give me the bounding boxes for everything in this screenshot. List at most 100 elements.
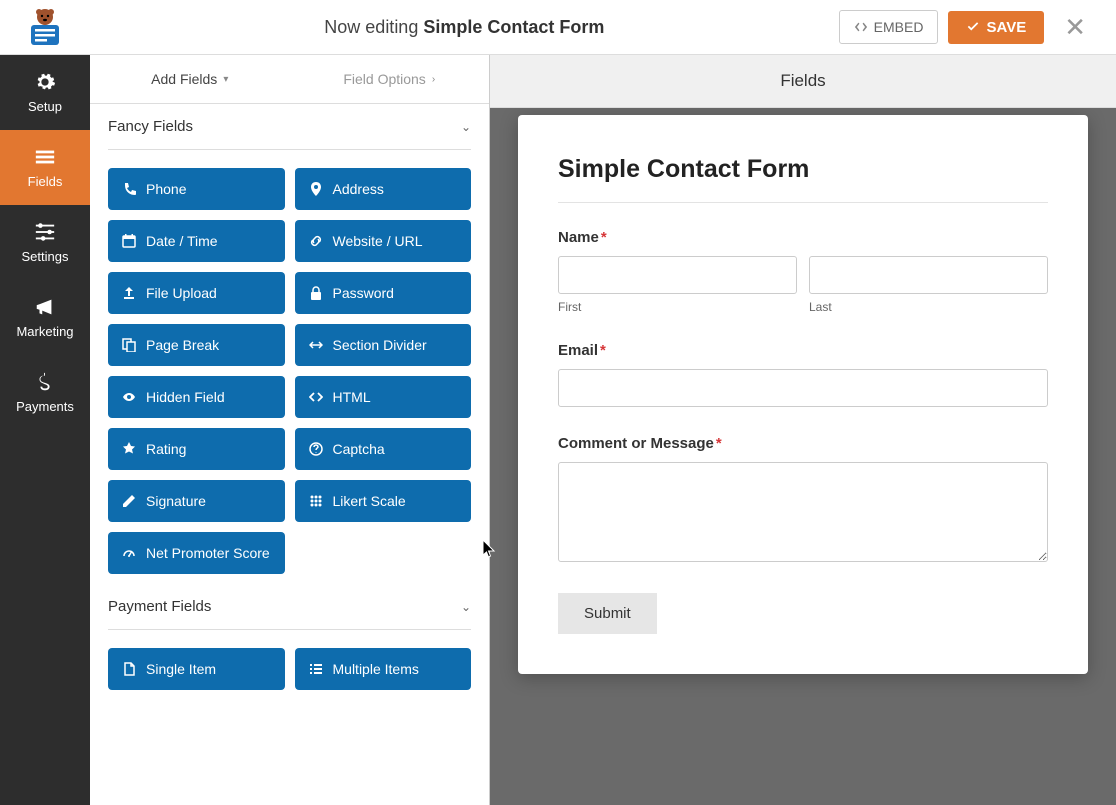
- field-button-password[interactable]: Password: [295, 272, 472, 314]
- sidebar-item-marketing[interactable]: Marketing: [0, 280, 90, 355]
- field-button-label: Single Item: [146, 661, 216, 677]
- eye-icon: [122, 390, 136, 404]
- pencil-icon: [122, 494, 136, 508]
- form-field-email[interactable]: Email*: [558, 342, 1048, 407]
- chevron-down-icon: ⌄: [461, 600, 471, 614]
- embed-button[interactable]: EMBED: [839, 10, 939, 44]
- embed-button-label: EMBED: [874, 19, 924, 35]
- field-button-label: Page Break: [146, 337, 219, 353]
- upload-icon: [122, 286, 136, 300]
- field-button-section-divider[interactable]: Section Divider: [295, 324, 472, 366]
- field-grid-fancy: Phone Address Date / Time Website / URL File…: [108, 150, 471, 584]
- field-button-html[interactable]: HTML: [295, 376, 472, 418]
- field-button-date-time[interactable]: Date / Time: [108, 220, 285, 262]
- field-button-label: Address: [333, 181, 384, 197]
- last-name-input[interactable]: [809, 256, 1048, 294]
- field-button-multiple-items[interactable]: Multiple Items: [295, 648, 472, 690]
- dollar-icon: [34, 371, 56, 393]
- bullhorn-icon: [34, 296, 56, 318]
- sidebar-item-fields[interactable]: Fields: [0, 130, 90, 205]
- close-button[interactable]: ✕: [1054, 12, 1096, 43]
- form-field-message[interactable]: Comment or Message*: [558, 435, 1048, 565]
- gear-icon: [34, 71, 56, 93]
- field-button-captcha[interactable]: Captcha: [295, 428, 472, 470]
- tab-label: Field Options: [343, 71, 425, 87]
- main-area: Setup Fields Settings Marketing Payments…: [0, 55, 1116, 805]
- field-button-label: Website / URL: [333, 233, 423, 249]
- group-header-payment[interactable]: Payment Fields ⌄: [108, 584, 471, 630]
- form-icon: [34, 146, 56, 168]
- submit-button[interactable]: Submit: [558, 593, 657, 634]
- email-input[interactable]: [558, 369, 1048, 407]
- list-icon: [309, 662, 323, 676]
- field-button-label: Net Promoter Score: [146, 545, 270, 561]
- pages-icon: [122, 338, 136, 352]
- calendar-icon: [122, 234, 136, 248]
- submit-button-label: Submit: [584, 605, 631, 622]
- group-header-fancy[interactable]: Fancy Fields ⌄: [108, 104, 471, 150]
- tab-label: Add Fields: [151, 71, 217, 87]
- chevron-down-icon: ▾: [223, 74, 228, 85]
- sidebar-item-settings[interactable]: Settings: [0, 205, 90, 280]
- preview-header: Fields: [490, 55, 1116, 108]
- tab-field-options[interactable]: Field Options ›: [290, 55, 490, 103]
- field-panel: Add Fields ▾ Field Options › Fancy Field…: [90, 55, 490, 805]
- first-name-input[interactable]: [558, 256, 797, 294]
- save-button-label: SAVE: [986, 19, 1026, 36]
- field-button-label: Date / Time: [146, 233, 218, 249]
- last-sublabel: Last: [809, 300, 1048, 314]
- field-button-signature[interactable]: Signature: [108, 480, 285, 522]
- lock-icon: [309, 286, 323, 300]
- field-button-net-promoter-score[interactable]: Net Promoter Score: [108, 532, 285, 574]
- star-icon: [122, 442, 136, 456]
- chevron-right-icon: ›: [432, 74, 435, 85]
- first-sublabel: First: [558, 300, 797, 314]
- form-preview: Simple Contact Form Name* First Last: [518, 115, 1088, 674]
- name-label: Name*: [558, 229, 1048, 246]
- field-button-label: Likert Scale: [333, 493, 406, 509]
- field-button-phone[interactable]: Phone: [108, 168, 285, 210]
- group-title: Payment Fields: [108, 598, 211, 615]
- message-label: Comment or Message*: [558, 435, 1048, 452]
- app-logo: [0, 0, 90, 54]
- preview-area: Fields Simple Contact Form Name* First L…: [490, 55, 1116, 805]
- field-button-label: HTML: [333, 389, 371, 405]
- editing-form-name: Simple Contact Form: [423, 17, 604, 37]
- field-button-address[interactable]: Address: [295, 168, 472, 210]
- required-indicator: *: [600, 342, 606, 359]
- pin-icon: [309, 182, 323, 196]
- sidebar-item-label: Settings: [22, 249, 69, 264]
- panel-tabs: Add Fields ▾ Field Options ›: [90, 55, 489, 104]
- sidebar-item-label: Setup: [28, 99, 62, 114]
- tab-add-fields[interactable]: Add Fields ▾: [90, 55, 290, 103]
- file-icon: [122, 662, 136, 676]
- field-button-page-break[interactable]: Page Break: [108, 324, 285, 366]
- sidebar-item-label: Marketing: [16, 324, 73, 339]
- field-button-label: Multiple Items: [333, 661, 419, 677]
- field-button-file-upload[interactable]: File Upload: [108, 272, 285, 314]
- sidebar-item-payments[interactable]: Payments: [0, 355, 90, 430]
- code-icon: [309, 390, 323, 404]
- field-button-single-item[interactable]: Single Item: [108, 648, 285, 690]
- required-indicator: *: [601, 229, 607, 246]
- link-icon: [309, 234, 323, 248]
- sidebar-item-setup[interactable]: Setup: [0, 55, 90, 130]
- field-button-website-url[interactable]: Website / URL: [295, 220, 472, 262]
- dots-icon: [309, 494, 323, 508]
- field-button-label: Phone: [146, 181, 186, 197]
- form-field-name[interactable]: Name* First Last: [558, 229, 1048, 314]
- field-button-label: Captcha: [333, 441, 385, 457]
- chevron-down-icon: ⌄: [461, 120, 471, 134]
- gauge-icon: [122, 546, 136, 560]
- field-button-rating[interactable]: Rating: [108, 428, 285, 470]
- sidebar: Setup Fields Settings Marketing Payments: [0, 55, 90, 805]
- save-button[interactable]: SAVE: [948, 11, 1044, 44]
- preview-header-label: Fields: [780, 71, 825, 91]
- field-button-likert-scale[interactable]: Likert Scale: [295, 480, 472, 522]
- panel-scroll[interactable]: Fancy Fields ⌄ Phone Address Date / Time We…: [90, 104, 489, 805]
- phone-icon: [122, 182, 136, 196]
- required-indicator: *: [716, 435, 722, 452]
- message-textarea[interactable]: [558, 462, 1048, 562]
- field-button-hidden-field[interactable]: Hidden Field: [108, 376, 285, 418]
- field-button-label: Section Divider: [333, 337, 427, 353]
